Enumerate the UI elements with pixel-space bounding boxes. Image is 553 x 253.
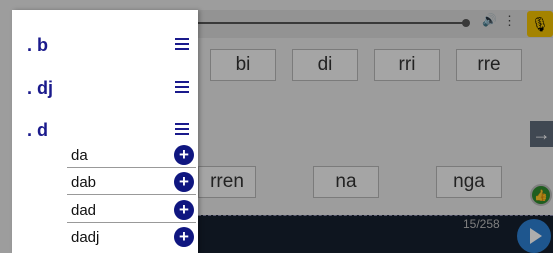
word-label: dad (71, 202, 97, 219)
hamburger-menu-icon[interactable] (175, 123, 189, 135)
category-item-b[interactable]: . b (12, 31, 198, 61)
word-item-dab[interactable]: dab + (67, 171, 196, 195)
add-word-button[interactable]: + (174, 172, 194, 192)
add-word-button[interactable]: + (174, 227, 194, 247)
navigation-drawer: . b . dj . d da + dab + dad + dadj + (12, 10, 198, 253)
word-label: dadj (71, 229, 100, 246)
word-item-da[interactable]: da + (67, 144, 196, 168)
word-label: dab (71, 174, 97, 191)
hamburger-menu-icon[interactable] (175, 38, 189, 50)
word-label: da (71, 147, 88, 164)
hamburger-menu-icon[interactable] (175, 81, 189, 93)
add-word-button[interactable]: + (174, 145, 194, 165)
add-word-button[interactable]: + (174, 200, 194, 220)
word-item-dad[interactable]: dad + (67, 199, 196, 223)
category-item-d[interactable]: . d (12, 116, 198, 146)
word-item-dadj[interactable]: dadj + (67, 226, 196, 250)
category-label: . b (27, 35, 48, 55)
category-label: . dj (27, 78, 53, 98)
category-label: . d (27, 120, 48, 140)
category-item-dj[interactable]: . dj (12, 74, 198, 104)
